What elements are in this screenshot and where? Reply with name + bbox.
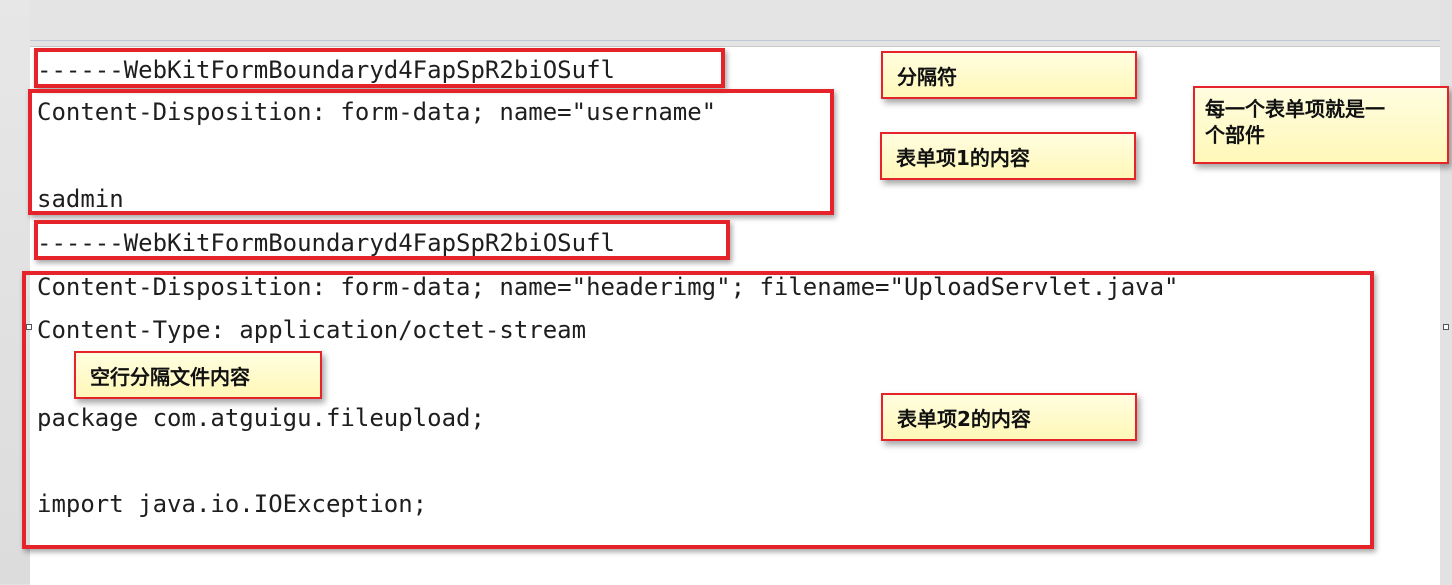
boundary-line-2: ------WebKitFormBoundaryd4FapSpR2biOSufl	[37, 229, 615, 257]
form-item-1-note: 表单项1的内容	[880, 132, 1136, 180]
form-value-line-1: sadmin	[37, 185, 124, 213]
boundary-line-1: ------WebKitFormBoundaryd4FapSpR2biOSufl	[37, 56, 615, 84]
every-item-note-line-2: 个部件	[1205, 123, 1265, 147]
separator-note-text: 分隔符	[897, 64, 957, 89]
every-item-note: 每一个表单项就是一 个部件	[1193, 86, 1449, 164]
form-item-1-note-text: 表单项1的内容	[896, 145, 1030, 170]
right-resize-handle[interactable]	[1443, 324, 1449, 330]
every-item-note-line-1: 每一个表单项就是一	[1205, 97, 1385, 121]
top-divider	[30, 40, 1440, 41]
form-item-2-note-text: 表单项2的内容	[897, 406, 1031, 431]
content-disposition-line-1: Content-Disposition: form-data; name="us…	[37, 98, 717, 126]
content-type-line-2: Content-Type: application/octet-stream	[37, 316, 587, 344]
blank-line-note: 空行分隔文件内容	[74, 351, 322, 399]
form-item-2-note: 表单项2的内容	[881, 393, 1137, 441]
package-line: package com.atguigu.fileupload;	[37, 404, 485, 432]
import-line: import java.io.IOException;	[37, 490, 428, 518]
content-disposition-line-2: Content-Disposition: form-data; name="he…	[37, 273, 1179, 301]
separator-note: 分隔符	[881, 51, 1137, 99]
blank-line-note-text: 空行分隔文件内容	[90, 364, 250, 389]
left-resize-handle[interactable]	[26, 324, 32, 330]
left-margin-strip	[0, 0, 30, 584]
